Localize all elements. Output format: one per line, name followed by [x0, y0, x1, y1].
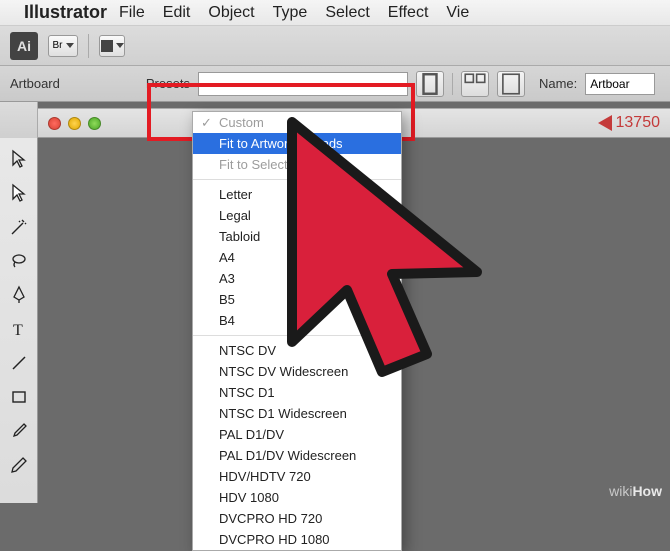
menu-edit[interactable]: Edit: [163, 4, 191, 22]
preset-dropdown[interactable]: [198, 72, 408, 96]
name-value: Artboar: [590, 77, 629, 91]
window-controls: [48, 117, 101, 130]
preset-item[interactable]: Legal: [193, 205, 401, 226]
page-icon: [498, 71, 524, 97]
preset-label: Presets: [146, 76, 190, 91]
menu-effect[interactable]: Effect: [388, 4, 429, 22]
pencil-tool[interactable]: [4, 450, 34, 480]
layout-icon: [101, 40, 113, 52]
preset-item[interactable]: Tabloid: [193, 226, 401, 247]
layout-button[interactable]: [99, 35, 125, 57]
divider: [193, 335, 401, 336]
name-label: Name:: [539, 76, 577, 91]
line-tool[interactable]: [4, 348, 34, 378]
preset-menu: Custom Fit to Artwork Bounds Fit to Sele…: [192, 111, 402, 551]
br-button[interactable]: Br: [48, 35, 78, 57]
menu-object[interactable]: Object: [208, 4, 254, 22]
paintbrush-tool[interactable]: [4, 416, 34, 446]
menu-view[interactable]: Vie: [446, 4, 469, 22]
preset-item[interactable]: A4: [193, 247, 401, 268]
name-input[interactable]: Artboar: [585, 73, 655, 95]
lasso-tool[interactable]: [4, 246, 34, 276]
menu-type[interactable]: Type: [273, 4, 308, 22]
left-gutter: [0, 102, 38, 138]
magic-wand-tool[interactable]: [4, 212, 34, 242]
control-bar: Artboard Presets Name: Artboar: [0, 66, 670, 102]
arrow-left-icon: [598, 115, 612, 131]
chevron-down-icon: [66, 43, 74, 48]
artboard-new-button[interactable]: [497, 71, 525, 97]
zoom-icon[interactable]: [88, 117, 101, 130]
preset-item-fit-artwork[interactable]: Fit to Artwork Bounds: [193, 133, 401, 154]
tools-panel: T: [0, 138, 38, 503]
zoom-indicator: 13750: [598, 114, 661, 132]
preset-item[interactable]: DVCPRO HD 1080: [193, 529, 401, 550]
preset-item[interactable]: NTSC D1 Widescreen: [193, 403, 401, 424]
orientation-portrait-button[interactable]: [416, 71, 444, 97]
preset-item[interactable]: PAL D1/DV: [193, 424, 401, 445]
preset-item[interactable]: B4: [193, 310, 401, 331]
divider: [452, 73, 453, 95]
pen-tool[interactable]: [4, 280, 34, 310]
app-bar: Ai Br: [0, 26, 670, 66]
preset-item[interactable]: PAL D1/DV Widescreen: [193, 445, 401, 466]
preset-item-custom[interactable]: Custom: [193, 112, 401, 133]
wikihow-watermark: wikiHow: [609, 483, 662, 499]
menu-select[interactable]: Select: [325, 4, 369, 22]
minimize-icon[interactable]: [68, 117, 81, 130]
preset-item[interactable]: DVCPRO HD 720: [193, 508, 401, 529]
br-label: Br: [53, 40, 63, 51]
section-label: Artboard: [10, 76, 60, 91]
svg-text:T: T: [13, 322, 23, 339]
preset-item[interactable]: NTSC DV Widescreen: [193, 361, 401, 382]
preset-item[interactable]: A3: [193, 268, 401, 289]
preset-item[interactable]: HDV 1080: [193, 487, 401, 508]
preset-item[interactable]: HDV/HDTV 720: [193, 466, 401, 487]
ai-logo-icon: Ai: [10, 32, 38, 60]
menu-file[interactable]: File: [119, 4, 145, 22]
selection-tool[interactable]: [4, 144, 34, 174]
preset-item[interactable]: Letter: [193, 184, 401, 205]
chevron-down-icon: [116, 43, 124, 48]
preset-item-fit-selected[interactable]: Fit to Select: [193, 154, 401, 175]
preset-item[interactable]: NTSC D1: [193, 382, 401, 403]
zoom-value: 13750: [616, 114, 661, 132]
preset-item[interactable]: B5: [193, 289, 401, 310]
divider: [88, 34, 89, 58]
direct-selection-tool[interactable]: [4, 178, 34, 208]
portrait-icon: [417, 71, 443, 97]
preset-item[interactable]: NTSC DV: [193, 340, 401, 361]
mac-menu-bar: Illustrator File Edit Object Type Select…: [0, 0, 670, 26]
rectangle-tool[interactable]: [4, 382, 34, 412]
close-icon[interactable]: [48, 117, 61, 130]
artboard-options-button[interactable]: [461, 71, 489, 97]
grid-icon: [462, 71, 488, 97]
app-name[interactable]: Illustrator: [24, 2, 107, 23]
type-tool[interactable]: T: [4, 314, 34, 344]
divider: [193, 179, 401, 180]
